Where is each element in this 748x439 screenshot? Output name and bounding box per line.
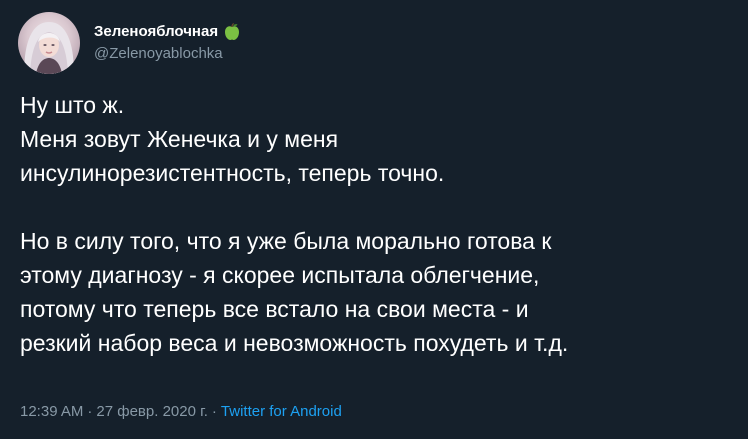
meta-separator: · — [87, 403, 93, 420]
display-name-row: Зеленояблочная — [94, 22, 240, 42]
tweet-time[interactable]: 12:39 AM — [20, 401, 83, 423]
tweet-meta: 12:39 AM · 27 февр. 2020 г. · Twitter fo… — [20, 401, 342, 423]
meta-separator: · — [211, 403, 217, 420]
display-name[interactable]: Зеленояблочная — [94, 22, 218, 42]
tweet-header: Зеленояблочная @Zelenoyablochka — [18, 12, 240, 74]
author-names: Зеленояблочная @Zelenoyablochka — [94, 22, 240, 64]
user-handle[interactable]: @Zelenoyablochka — [94, 44, 240, 64]
tweet-text: Ну што ж. Меня зовут Женечка и у меня ин… — [20, 92, 569, 356]
tweet-card: Зеленояблочная @Zelenoyablochka Ну што ж… — [0, 0, 748, 439]
tweet-source-link[interactable]: Twitter for Android — [221, 401, 342, 423]
avatar[interactable] — [18, 12, 80, 74]
tweet-date[interactable]: 27 февр. 2020 г. — [96, 401, 208, 423]
green-apple-icon — [224, 23, 240, 41]
avatar-portrait-icon — [24, 22, 74, 74]
